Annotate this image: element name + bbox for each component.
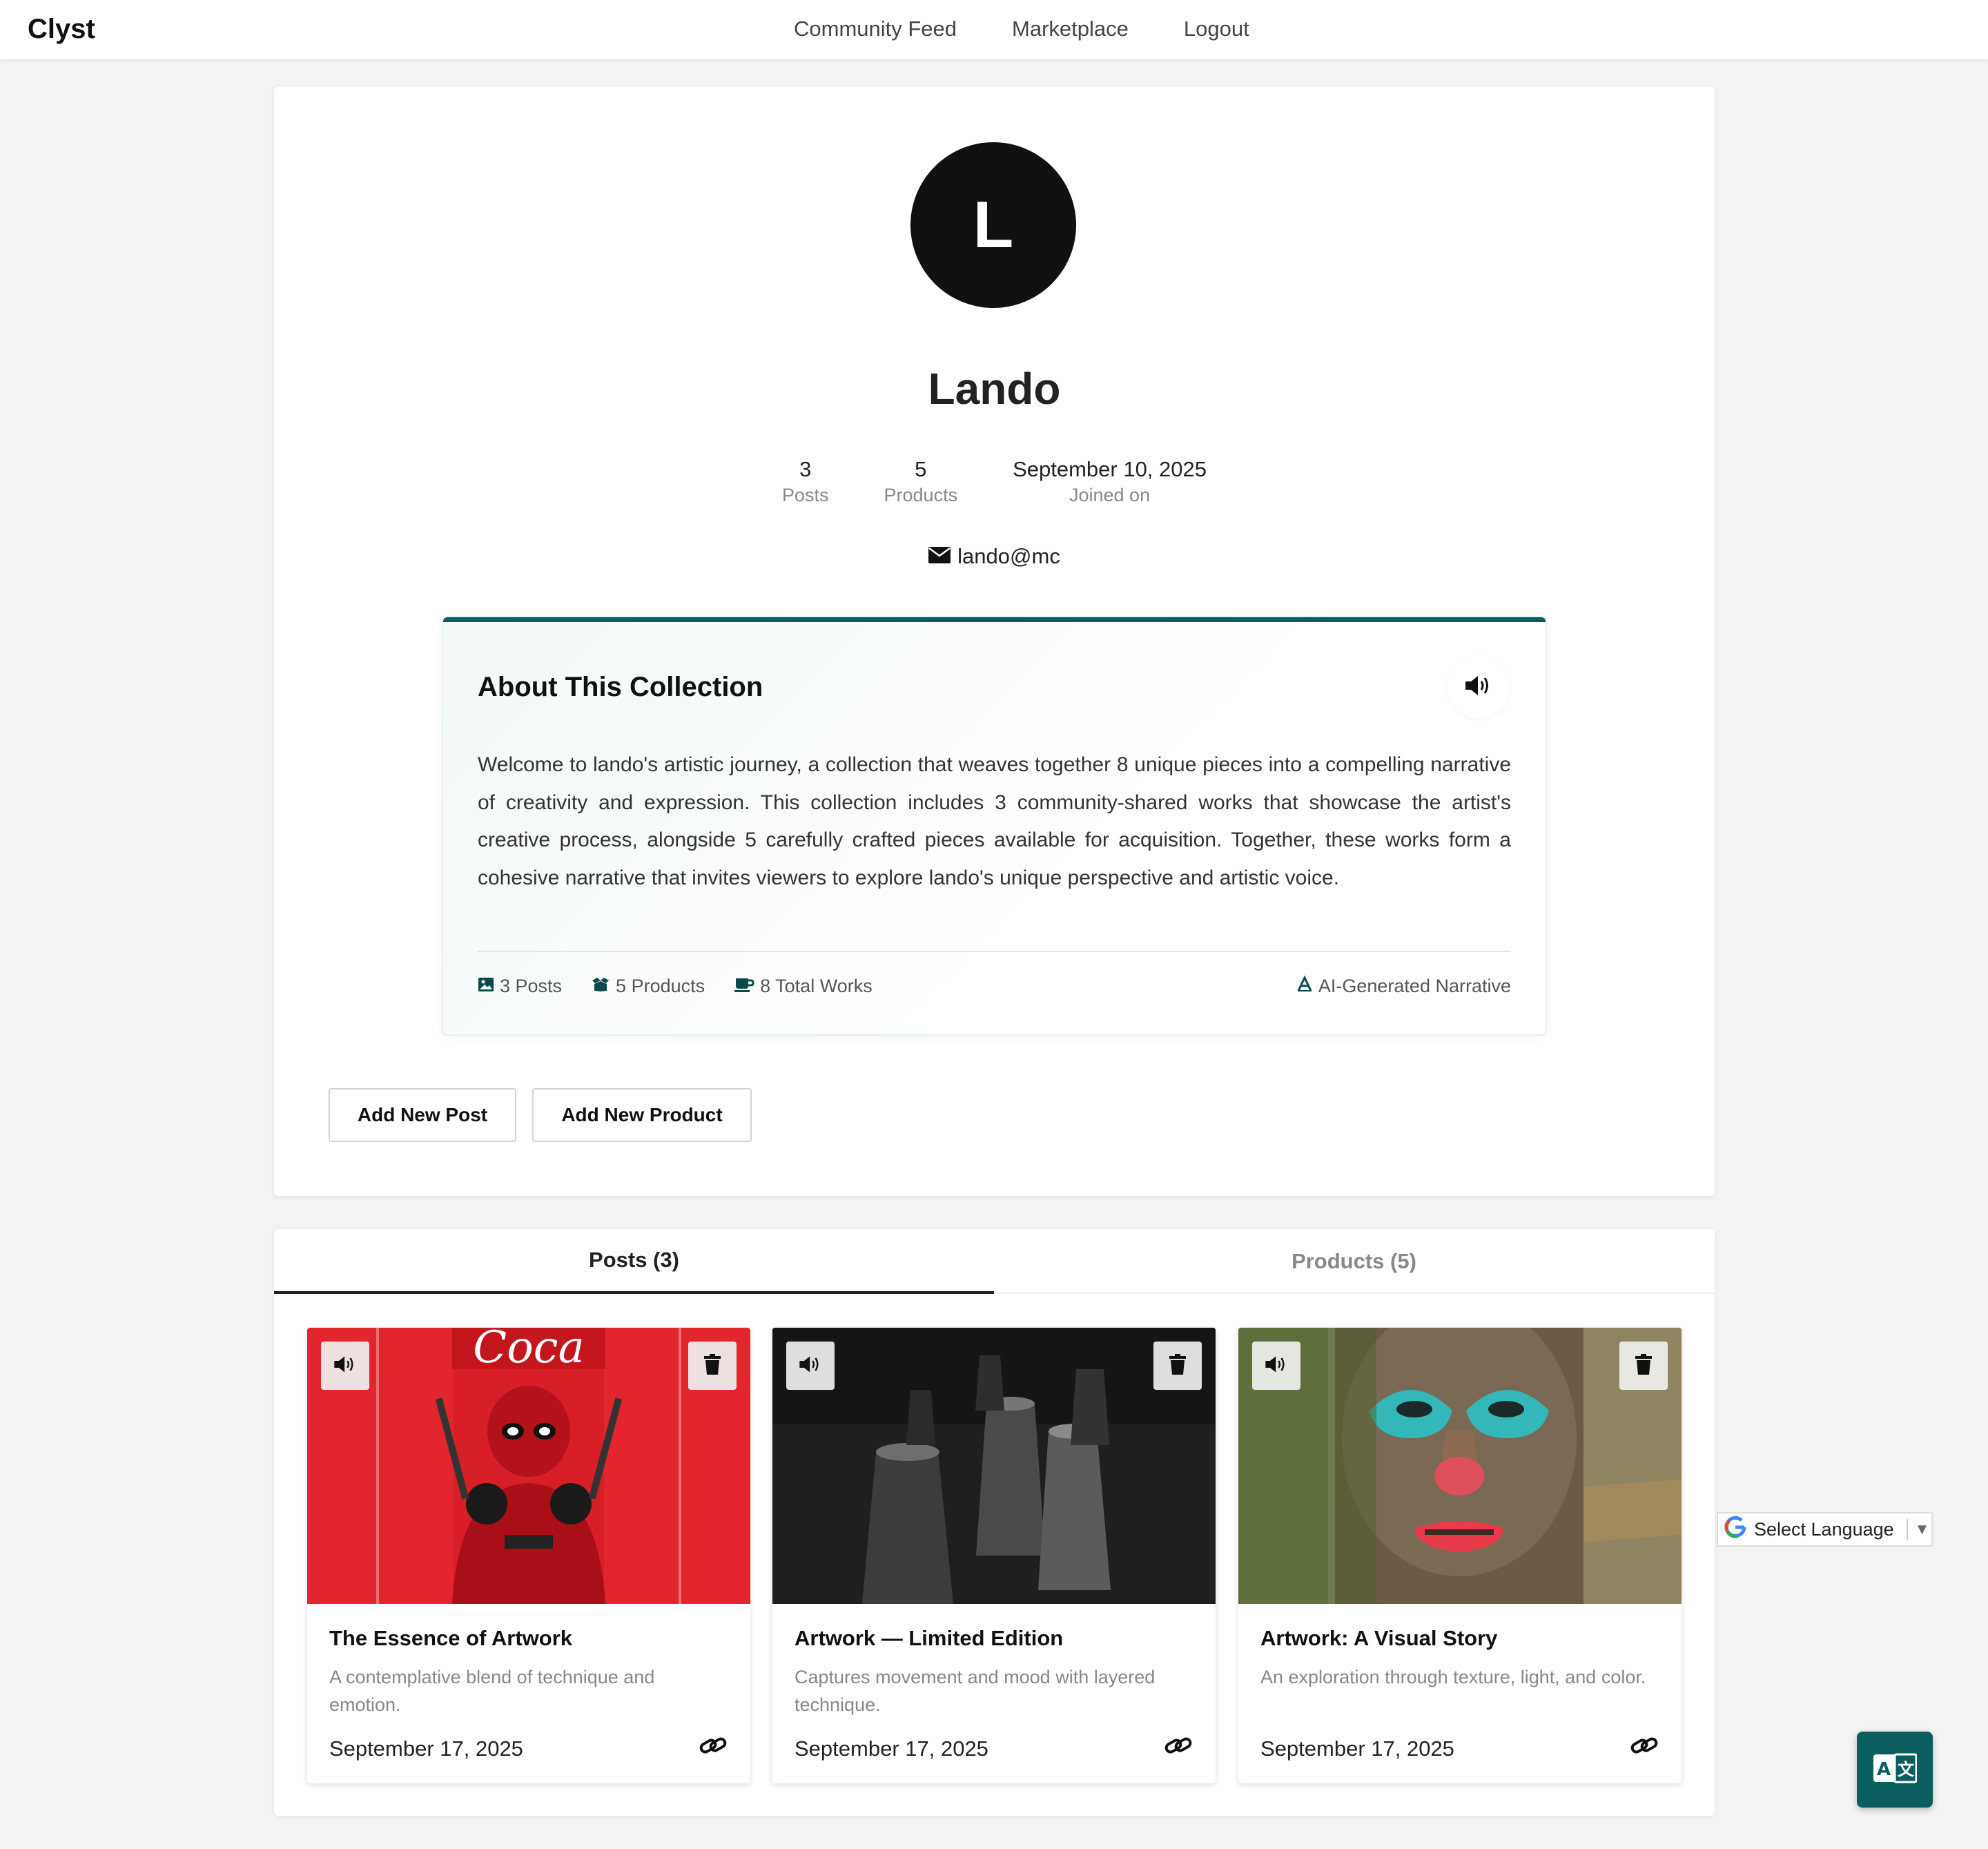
profile-stats: 3 Posts 5 Products September 10, 2025 Jo… xyxy=(274,457,1715,506)
post-date: September 17, 2025 xyxy=(329,1736,523,1761)
speaker-icon xyxy=(798,1355,823,1377)
nav-link-community-feed[interactable]: Community Feed xyxy=(794,17,957,41)
profile-name: Lando xyxy=(928,364,1061,414)
stat-joined-value: September 10, 2025 xyxy=(1013,457,1207,481)
meta-products: 5 Products xyxy=(591,976,705,997)
post-description: An exploration through texture, light, a… xyxy=(1260,1667,1646,1687)
cup-icon xyxy=(734,976,754,997)
post-image[interactable] xyxy=(1238,1328,1682,1604)
trash-icon xyxy=(704,1353,721,1378)
post-date: September 17, 2025 xyxy=(1260,1736,1454,1761)
add-new-post-button[interactable]: Add New Post xyxy=(329,1088,516,1142)
meta-posts-label: 3 Posts xyxy=(500,976,563,996)
post-card[interactable]: Artwork — Limited Edition Captures movem… xyxy=(772,1328,1216,1783)
svg-text:A: A xyxy=(1877,1759,1891,1780)
brand-logo[interactable]: Clyst xyxy=(28,14,95,45)
chevron-down-icon: ▼ xyxy=(1914,1520,1930,1538)
stat-joined: September 10, 2025 Joined on xyxy=(1013,457,1207,506)
translate-icon: A 文 xyxy=(1873,1753,1918,1787)
post-delete-button[interactable] xyxy=(688,1342,737,1390)
stat-posts-label: Posts xyxy=(781,485,829,505)
meta-posts: 3 Posts xyxy=(478,976,562,997)
post-image[interactable] xyxy=(772,1328,1216,1604)
language-select[interactable]: Select Language ▼ xyxy=(1717,1512,1933,1547)
post-delete-button[interactable] xyxy=(1619,1342,1668,1390)
post-date: September 17, 2025 xyxy=(795,1736,988,1761)
stat-products-label: Products xyxy=(884,485,958,505)
meta-total-label: 8 Total Works xyxy=(760,976,873,996)
nav-link-logout[interactable]: Logout xyxy=(1184,17,1249,41)
about-narrative: Welcome to lando's artistic journey, a c… xyxy=(478,753,1511,889)
stat-joined-label: Joined on xyxy=(1069,485,1151,505)
about-meta: 3 Posts 5 Products 8 Total Works xyxy=(478,976,873,997)
nav-link-marketplace[interactable]: Marketplace xyxy=(1012,17,1129,41)
meta-total: 8 Total Works xyxy=(734,976,873,997)
profile-email: lando@mc xyxy=(274,544,1715,569)
email-text[interactable]: lando@mc xyxy=(957,544,1060,569)
image-icon xyxy=(478,976,494,997)
tab-posts[interactable]: Posts (3) xyxy=(274,1229,994,1294)
speaker-icon xyxy=(1464,674,1493,701)
top-navbar: Clyst Community Feed Marketplace Logout xyxy=(0,0,1988,59)
post-title[interactable]: Artwork: A Visual Story xyxy=(1260,1626,1497,1651)
language-divider xyxy=(1906,1519,1908,1540)
about-divider xyxy=(478,951,1511,952)
meta-products-label: 5 Products xyxy=(616,976,705,996)
ai-narrative-label: AI-Generated Narrative xyxy=(1296,975,1511,997)
translate-button[interactable]: A 文 xyxy=(1857,1732,1933,1808)
post-description: Captures movement and mood with layered … xyxy=(795,1667,1156,1715)
trash-icon xyxy=(1635,1353,1652,1378)
post-title[interactable]: The Essence of Artwork xyxy=(329,1626,572,1651)
stat-posts: 3 Posts xyxy=(782,457,829,506)
link-icon[interactable] xyxy=(699,1734,727,1761)
post-description: A contemplative blend of technique and e… xyxy=(329,1667,655,1715)
tab-products[interactable]: Products (5) xyxy=(994,1229,1714,1294)
svg-text:文: 文 xyxy=(1898,1760,1915,1779)
content-tabs-card: Posts (3) Products (5) Coca The Essence … xyxy=(274,1229,1715,1816)
svg-text:Coca: Coca xyxy=(473,1328,585,1373)
post-audio-button[interactable] xyxy=(1252,1342,1300,1390)
post-card[interactable]: Artwork: A Visual Story An exploration t… xyxy=(1238,1328,1682,1783)
envelope-icon xyxy=(928,544,951,569)
box-open-icon xyxy=(591,976,610,997)
add-new-product-button[interactable]: Add New Product xyxy=(532,1088,752,1142)
post-audio-button[interactable] xyxy=(321,1342,369,1390)
about-audio-button[interactable] xyxy=(1447,655,1510,719)
trash-icon xyxy=(1169,1353,1186,1378)
about-collection-box: About This Collection Welcome to lando's… xyxy=(443,617,1546,1034)
nav-links: Community Feed Marketplace Logout xyxy=(794,17,1249,41)
google-icon xyxy=(1724,1516,1747,1544)
speaker-icon xyxy=(333,1355,358,1377)
stat-products: 5 Products xyxy=(884,457,958,506)
avatar: L xyxy=(910,142,1076,308)
link-icon[interactable] xyxy=(1164,1734,1192,1761)
speaker-icon xyxy=(1264,1355,1289,1377)
ai-narrative-text: AI-Generated Narrative xyxy=(1318,976,1511,996)
post-image[interactable]: Coca xyxy=(307,1328,750,1604)
post-audio-button[interactable] xyxy=(786,1342,835,1390)
stat-products-value: 5 xyxy=(915,457,927,481)
about-title: About This Collection xyxy=(478,672,763,702)
post-card[interactable]: Coca The Essence of Artwork A contemplat… xyxy=(307,1328,750,1783)
robot-icon xyxy=(1296,975,1313,997)
stat-posts-value: 3 xyxy=(799,457,812,481)
language-select-label: Select Language xyxy=(1754,1518,1894,1540)
profile-card: L Lando 3 Posts 5 Products September 10,… xyxy=(274,87,1715,1196)
link-icon[interactable] xyxy=(1630,1734,1658,1761)
post-title[interactable]: Artwork — Limited Edition xyxy=(795,1626,1063,1651)
post-delete-button[interactable] xyxy=(1153,1342,1202,1390)
tab-bar: Posts (3) Products (5) xyxy=(274,1229,1715,1294)
